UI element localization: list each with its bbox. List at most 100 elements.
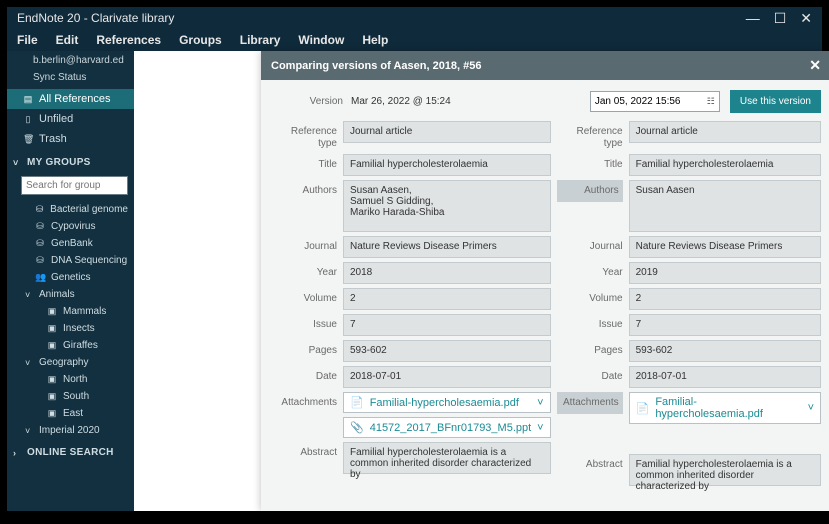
attach-pdf-right[interactable]: 📄 Familial-hypercholesaemia.pdf ˅ [629,392,821,424]
val-date: 2018-07-01 [629,366,821,388]
menu-groups[interactable]: Groups [179,33,222,47]
db-icon: ⛁ [35,204,44,215]
people-icon: 👥 [35,272,45,283]
chevron-down-icon: ˅ [537,422,543,434]
search-group-wrap [21,176,128,195]
maximize-icon[interactable]: ☐ [774,10,787,27]
val-authors: Susan Aasen, Samuel S Gidding, Mariko Ha… [343,180,551,232]
group-label: Cypovirus [51,221,95,232]
attach-empty [629,428,821,450]
dialog-title: Comparing versions of Aasen, 2018, #56 [271,60,482,72]
group-label: Giraffes [63,340,98,351]
val-volume: 2 [629,288,821,310]
folder-icon: ▣ [47,391,57,402]
chevron-down-icon: ˅ [808,402,814,414]
sub-north[interactable]: ▣North [7,371,134,388]
menu-library[interactable]: Library [240,33,281,47]
label-journal: Journal [271,236,337,253]
calendar-icon: ☷ [707,96,715,107]
label-abstract: Abstract [557,454,623,471]
val-year: 2018 [343,262,551,284]
group-genetics[interactable]: 👥 Genetics [7,269,134,286]
db-icon: ⛁ [35,238,45,249]
group-label: Imperial 2020 [39,425,100,436]
pdf-icon: 📄 [350,396,364,409]
label-year: Year [271,262,337,279]
chevron-down-icon: ˅ [537,397,543,409]
group-label: GenBank [51,238,93,249]
val-abstract: Familial hypercholesterolaemia is a comm… [629,454,821,486]
chevron-down-icon: ˅ [25,426,33,436]
group-label: North [63,374,87,385]
section-my-groups[interactable]: ˅ MY GROUPS [7,149,134,174]
nav-trash[interactable]: 🗑 Trash [7,129,134,149]
group-label: East [63,408,83,419]
search-group-input[interactable] [21,176,128,195]
group-genbank[interactable]: ⛁ GenBank [7,235,134,252]
group-geography[interactable]: ˅Geography [7,354,134,371]
db-icon: ⛁ [35,221,45,232]
sub-insects[interactable]: ▣Insects [7,320,134,337]
group-animals[interactable]: ˅Animals [7,286,134,303]
sub-east[interactable]: ▣ East [7,405,134,422]
pdf-icon: 📄 [636,402,650,415]
label-blank [271,417,337,422]
attach-label: Familial-hypercholesaemia.pdf [370,397,519,409]
val-authors: Susan Aasen [629,180,821,232]
label-title: Title [557,154,623,171]
section-online-search[interactable]: › ONLINE SEARCH [7,439,134,464]
label-journal: Journal [557,236,623,253]
sync-status[interactable]: Sync Status [7,68,134,89]
sub-south[interactable]: ▣South [7,388,134,405]
db-icon: ⛁ [35,255,45,266]
dialog-grid: Reference type Journal article Title Famil… [261,121,829,511]
group-dna[interactable]: ⛁ DNA Sequencing [7,252,134,269]
label-attachments: Attachments [557,392,623,414]
menu-edit[interactable]: Edit [56,33,79,47]
group-cypovirus[interactable]: ⛁ Cypovirus [7,218,134,235]
nav-all-references[interactable]: ▤ All References [7,89,134,109]
group-label: Genetics [51,272,90,283]
sub-mammals[interactable]: ▣ Mammals [7,303,134,320]
menu-file[interactable]: File [17,33,38,47]
attach-pdf-left[interactable]: 📄 Familial-hypercholesaemia.pdf ˅ [343,392,551,413]
app-window: EndNote 20 - Clarivate library — ☐ ✕ Fil… [6,6,823,512]
close-icon[interactable]: ✕ [800,10,812,27]
val-reference-type: Journal article [343,121,551,143]
menu-help[interactable]: Help [362,33,388,47]
attach-ppt-left[interactable]: 📎41572_2017_BFnr01793_M5.ppt˅ [343,417,551,438]
label-issue: Issue [271,314,337,331]
use-version-button[interactable]: Use this version [730,90,821,113]
chevron-down-icon: ˅ [13,158,21,168]
doc-icon: ▯ [23,114,33,125]
group-label: DNA Sequencing [51,255,127,266]
val-pages: 593-602 [629,340,821,362]
label-authors: Authors [557,180,623,202]
label-blank [557,428,623,433]
version-label: Version [271,96,343,107]
version-left-col: Version Mar 26, 2022 @ 15:24 [271,96,546,107]
folder-icon: ▣ [47,306,57,317]
group-label: Mammals [63,306,106,317]
nav-label: Unfiled [39,113,73,125]
attach-label: Familial-hypercholesaemia.pdf [655,396,801,420]
minimize-icon[interactable]: — [746,10,760,27]
group-imperial[interactable]: ˅ Imperial 2020 [7,422,134,439]
dialog-header: Comparing versions of Aasen, 2018, #56 ✕ [261,51,829,80]
sub-giraffes[interactable]: ▣Giraffes [7,337,134,354]
version-right-col: Jan 05, 2022 15:56 ☷ Use this version [546,90,821,113]
compare-dialog: Comparing versions of Aasen, 2018, #56 ✕… [261,51,829,511]
folder-icon: ▣ [47,408,57,419]
version-date-picker[interactable]: Jan 05, 2022 15:56 ☷ [590,91,720,112]
section-label: ONLINE SEARCH [27,447,114,458]
menu-references[interactable]: References [96,33,161,47]
dialog-close-icon[interactable]: ✕ [809,57,821,74]
menu-window[interactable]: Window [298,33,344,47]
nav-unfiled[interactable]: ▯ Unfiled [7,109,134,129]
val-year: 2019 [629,262,821,284]
label-reference-type: Reference type [271,121,337,150]
trash-icon: 🗑 [23,134,33,145]
clip-icon: 📎 [350,421,364,434]
group-bacterial[interactable]: ⛁Bacterial genome [7,201,134,218]
val-journal: Nature Reviews Disease Primers [343,236,551,258]
